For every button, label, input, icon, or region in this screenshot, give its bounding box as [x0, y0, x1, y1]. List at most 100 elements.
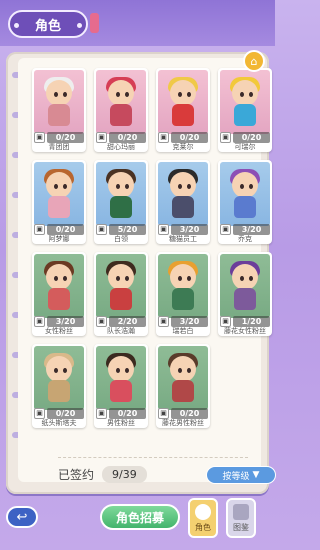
character-eye: [125, 368, 129, 373]
character-body: [110, 196, 132, 218]
card-thumb-icon: ▣: [158, 223, 169, 235]
card-thumb-icon: ▣: [96, 223, 107, 235]
character-eye: [187, 276, 191, 281]
character-portrait: [158, 254, 208, 318]
card-stats: ▣ 0/20: [158, 131, 208, 143]
card-thumb-icon: ▣: [158, 407, 169, 419]
back-arrow-icon: ↩: [16, 509, 28, 525]
card-name: 糖猫员工: [169, 235, 197, 243]
back-button[interactable]: ↩: [6, 506, 38, 528]
tab-album[interactable]: 图鉴: [226, 498, 256, 538]
card-count: 0/20: [47, 223, 84, 235]
card-name: 女性粉丝: [45, 327, 73, 335]
character-portrait: [96, 162, 146, 226]
tab-roles[interactable]: 角色: [188, 498, 218, 538]
sort-by-level-button[interactable]: 按等级 ▼: [206, 466, 276, 484]
character-eye: [54, 276, 58, 281]
card-name: 阿梦娜: [48, 235, 70, 243]
signed-value: 9/39: [102, 466, 147, 483]
card-count: 3/20: [233, 223, 270, 235]
character-eye: [63, 184, 67, 189]
tab-album-label: 图鉴: [233, 523, 249, 532]
card-thumb-icon: ▣: [158, 131, 169, 143]
character-card[interactable]: ▣ 3/20 乔克: [218, 160, 272, 244]
card-stats: ▣ 0/20: [96, 407, 146, 419]
character-eye: [178, 184, 182, 189]
character-card[interactable]: ▣ 2/20 队长浩瀚: [94, 252, 148, 336]
character-card[interactable]: ▣ 0/20 克莱尔: [156, 68, 210, 152]
sort-arrow-icon: ▼: [252, 470, 260, 480]
card-count: 0/20: [47, 131, 84, 143]
card-thumb-icon: ▣: [34, 223, 45, 235]
character-card[interactable]: ▣ 3/20 女性粉丝: [32, 252, 86, 336]
recruit-button[interactable]: 角色招募: [100, 504, 180, 530]
character-body: [48, 380, 70, 402]
card-count: 0/20: [233, 131, 270, 143]
character-card[interactable]: ▣ 0/20 藤花男性粉丝: [156, 344, 210, 428]
character-eye: [249, 184, 253, 189]
card-stats: ▣ 0/20: [34, 131, 84, 143]
character-eye: [249, 276, 253, 281]
character-head: [108, 172, 134, 198]
character-eye: [249, 92, 253, 97]
character-head: [232, 264, 258, 290]
character-portrait: [34, 70, 84, 134]
character-body: [172, 288, 194, 310]
character-body: [110, 104, 132, 126]
character-portrait: [220, 162, 270, 226]
card-stats: ▣ 2/20: [96, 315, 146, 327]
character-body: [110, 288, 132, 310]
card-name: 可瑞尔: [234, 143, 256, 151]
character-eye: [54, 92, 58, 97]
character-card[interactable]: ▣ 0/20 青团团: [32, 68, 86, 152]
tab-roles-label: 角色: [195, 523, 211, 532]
character-card[interactable]: ▣ 0/20 男性粉丝: [94, 344, 148, 428]
character-eye: [116, 276, 120, 281]
character-head: [108, 356, 134, 382]
character-head: [108, 264, 134, 290]
character-card[interactable]: ▣ 0/20 阿梦娜: [32, 160, 86, 244]
title-dot-right: [77, 23, 82, 28]
character-card[interactable]: ▣ 3/20 糖猫员工: [156, 160, 210, 244]
home-icon[interactable]: ⌂: [243, 50, 265, 72]
card-stats: ▣ 0/20: [158, 407, 208, 419]
card-name: 纸头斯塔夫: [41, 419, 77, 427]
character-body: [234, 288, 256, 310]
person-icon: [195, 504, 211, 520]
character-eye: [187, 92, 191, 97]
card-count: 0/20: [171, 407, 208, 419]
character-card[interactable]: ▣ 5/20 白领: [94, 160, 148, 244]
character-body: [48, 196, 70, 218]
card-name: 瑞若白: [172, 327, 194, 335]
card-stats: ▣ 5/20: [96, 223, 146, 235]
card-thumb-icon: ▣: [34, 131, 45, 143]
character-head: [170, 80, 196, 106]
card-thumb-icon: ▣: [96, 131, 107, 143]
character-grid: ▣ 0/20 青团团 ▣ 0/20 甜心玛丽 ▣ 0/20 克莱尔 ▣ 0/20 可瑞尔 ▣ 0/20 阿梦…: [32, 68, 272, 428]
character-portrait: [220, 254, 270, 318]
character-body: [172, 196, 194, 218]
character-card[interactable]: ▣ 3/20 瑞若白: [156, 252, 210, 336]
character-body: [48, 288, 70, 310]
character-head: [46, 172, 72, 198]
title-badge: [90, 13, 99, 33]
character-head: [170, 356, 196, 382]
character-head: [170, 172, 196, 198]
signed-counter: 已签约 9/39: [58, 466, 147, 483]
character-eye: [54, 184, 58, 189]
title-dot-left: [14, 23, 19, 28]
recruit-label: 角色招募: [115, 510, 164, 525]
character-notebook: ▣ 0/20 青团团 ▣ 0/20 甜心玛丽 ▣ 0/20 克莱尔 ▣ 0/20 可瑞尔 ▣ 0/20 阿梦…: [6, 50, 276, 494]
character-card[interactable]: ▣ 0/20 可瑞尔: [218, 68, 272, 152]
sort-label: 按等级: [222, 471, 250, 482]
character-card[interactable]: ▣ 0/20 甜心玛丽: [94, 68, 148, 152]
top-bar: 角色: [0, 0, 275, 46]
character-portrait: [34, 254, 84, 318]
character-body: [172, 380, 194, 402]
character-card[interactable]: ▣ 0/20 纸头斯塔夫: [32, 344, 86, 428]
character-portrait: [96, 70, 146, 134]
card-stats: ▣ 3/20: [220, 223, 270, 235]
character-card[interactable]: ▣ 1/20 藤花女性粉丝: [218, 252, 272, 336]
character-portrait: [158, 70, 208, 134]
character-portrait: [158, 162, 208, 226]
